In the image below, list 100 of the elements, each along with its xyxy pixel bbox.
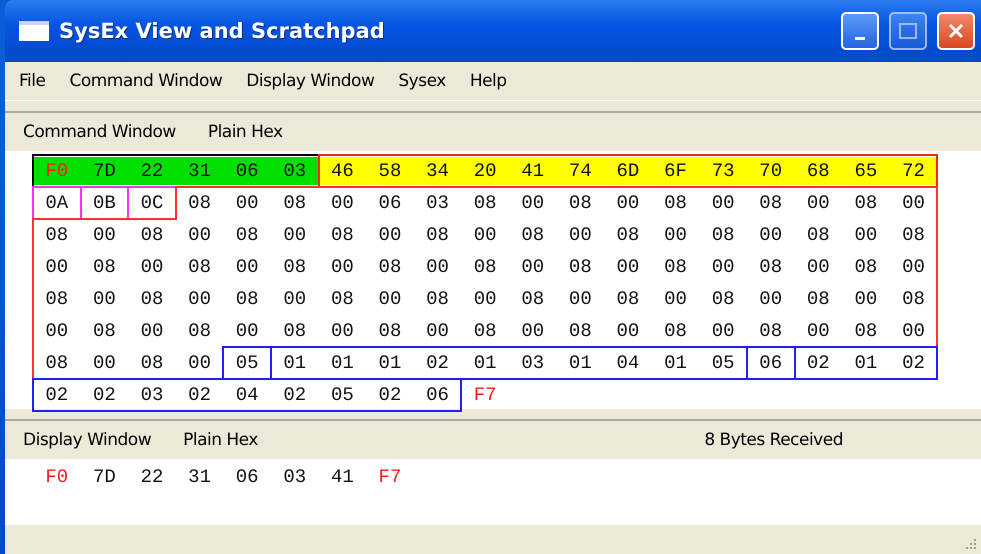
hex-byte: 08 [758, 191, 784, 216]
hex-byte: 08 [187, 319, 212, 344]
hex-byte: 01 [330, 351, 355, 376]
hex-byte: 02 [425, 351, 450, 376]
hex-byte: 08 [853, 319, 878, 344]
hex-byte: 08 [663, 191, 688, 216]
menu-item[interactable]: Command Window [69, 71, 222, 91]
hex-byte: 0B [92, 191, 117, 216]
hex-byte: 72 [901, 159, 926, 184]
hex-byte: 22 [140, 465, 164, 490]
hex-byte: 01 [663, 351, 688, 376]
resize-grip-icon[interactable] [963, 536, 977, 550]
format-label: Plain Hex [208, 122, 283, 142]
hex-byte: 00 [140, 255, 164, 280]
hex-byte: 00 [234, 191, 260, 216]
window-title: SysEx View and Scratchpad [59, 19, 386, 43]
hex-byte: 08 [663, 255, 688, 280]
hex-byte: 00 [710, 255, 736, 280]
hex-byte: 03 [520, 351, 546, 376]
hex-byte: 01 [472, 351, 498, 376]
close-button[interactable] [937, 12, 975, 50]
hex-byte: 06 [378, 191, 402, 216]
hex-byte: 08 [44, 223, 70, 248]
hex-byte: 22 [140, 159, 164, 184]
hex-byte: 08 [187, 255, 212, 280]
hex-byte: 08 [140, 351, 164, 376]
hex-byte: 00 [520, 319, 546, 344]
hex-byte: 08 [520, 287, 546, 312]
bytes-received-count: 8 Bytes Received [704, 430, 843, 450]
hex-byte: 20 [472, 159, 498, 184]
hex-byte: 08 [758, 319, 784, 344]
hex-byte: 08 [282, 319, 308, 344]
menu-item[interactable]: File [19, 71, 46, 91]
hex-byte: 08 [853, 191, 878, 216]
menu-item[interactable]: Sysex [398, 71, 446, 91]
hex-byte: 00 [806, 255, 831, 280]
hex-byte: 06 [234, 159, 260, 184]
close-icon [947, 22, 965, 40]
status-byte: F0 [44, 159, 70, 184]
hex-byte: 01 [568, 351, 593, 376]
hex-byte: 31 [187, 159, 212, 184]
minimize-button[interactable] [841, 12, 879, 50]
hex-byte: 00 [568, 287, 593, 312]
panel-title: Command Window [23, 122, 176, 142]
hex-byte: 00 [520, 191, 546, 216]
hex-byte: 00 [187, 351, 212, 376]
menu-item[interactable]: Help [470, 71, 507, 91]
hex-byte: 01 [282, 351, 308, 376]
hex-byte: 08 [282, 255, 308, 280]
hex-byte: 00 [758, 223, 784, 248]
status-byte: F0 [44, 465, 70, 490]
hex-byte: 00 [92, 351, 117, 376]
hex-byte: 06 [234, 465, 260, 490]
hex-byte: 08 [187, 191, 212, 216]
hex-byte: 08 [44, 287, 70, 312]
hex-byte: 08 [710, 287, 736, 312]
hex-byte: 00 [187, 287, 212, 312]
hex-byte: 00 [282, 223, 308, 248]
hex-byte: 00 [234, 319, 260, 344]
hex-byte: 08 [140, 287, 164, 312]
hex-byte: 05 [710, 351, 736, 376]
hex-byte: 00 [425, 255, 450, 280]
command-hex-area[interactable] [5, 151, 981, 409]
hex-byte: 08 [472, 319, 498, 344]
hex-byte: 02 [92, 383, 117, 408]
hex-byte: 00 [330, 191, 355, 216]
hex-byte: 73 [710, 159, 736, 184]
hex-byte: 00 [330, 255, 355, 280]
hex-byte: 08 [140, 223, 164, 248]
hex-byte: 00 [806, 191, 831, 216]
hex-byte: 06 [758, 351, 784, 376]
hex-byte: 04 [234, 383, 260, 408]
hex-byte: 01 [378, 351, 402, 376]
hex-byte: 00 [330, 319, 355, 344]
hex-byte: 02 [282, 383, 308, 408]
hex-byte: 00 [853, 223, 878, 248]
format-label: Plain Hex [183, 430, 258, 450]
hex-byte: 03 [425, 191, 450, 216]
hex-byte: 08 [901, 223, 926, 248]
menu-item[interactable]: Display Window [246, 71, 374, 91]
hex-byte: 08 [806, 223, 831, 248]
hex-byte: 05 [234, 351, 260, 376]
hex-byte: 00 [616, 319, 640, 344]
hex-byte: 08 [92, 319, 117, 344]
hex-byte: 00 [901, 319, 926, 344]
hex-byte: 08 [663, 319, 688, 344]
hex-byte: 65 [853, 159, 878, 184]
hex-byte: 00 [806, 319, 831, 344]
hex-byte: 05 [330, 383, 355, 408]
hex-byte: 08 [330, 223, 355, 248]
hex-byte: 08 [568, 191, 593, 216]
hex-byte: 02 [378, 383, 402, 408]
status-byte: F7 [472, 383, 498, 408]
hex-byte: 00 [853, 287, 878, 312]
window-icon [19, 21, 49, 41]
hex-byte: 03 [140, 383, 164, 408]
hex-byte: 02 [187, 383, 212, 408]
hex-byte: 08 [520, 223, 546, 248]
hex-byte: 58 [378, 159, 402, 184]
maximize-button[interactable] [889, 12, 927, 50]
